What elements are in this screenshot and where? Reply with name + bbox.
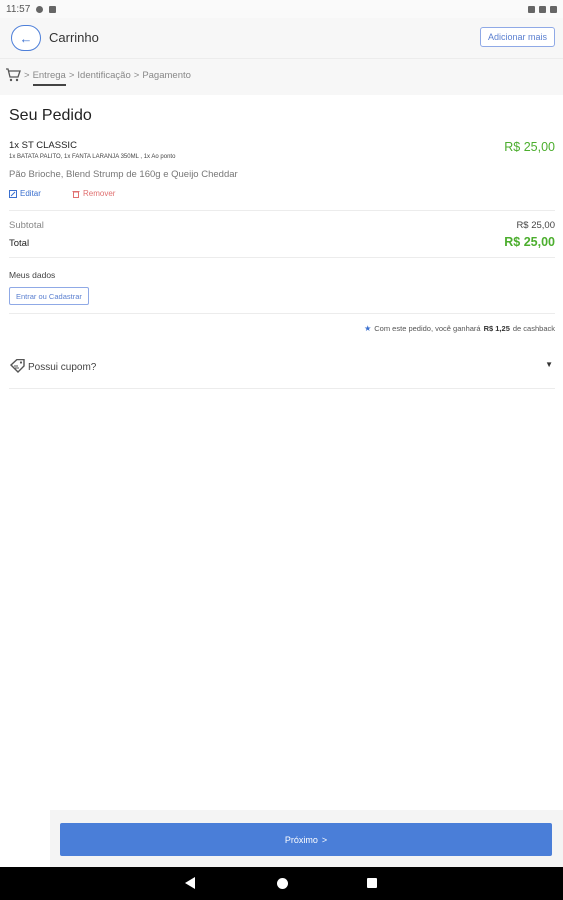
cashback-notice: ★ Com este pedido, você ganhará R$ 1,25 … <box>364 324 555 333</box>
item-name: 1x ST CLASSIC <box>9 140 77 151</box>
nav-back-icon[interactable] <box>185 877 195 889</box>
clock: 11:57 <box>6 3 31 15</box>
item-description: Pão Brioche, Blend Strump de 160g e Quei… <box>9 169 238 180</box>
wifi-icon <box>528 5 535 13</box>
subtotal-value: R$ 25,00 <box>516 220 555 231</box>
nav-home-icon[interactable] <box>277 878 288 889</box>
chevron-right-icon: > <box>321 834 328 845</box>
breadcrumb-item-entrega[interactable]: Entrega <box>32 70 66 86</box>
remove-label: Remover <box>83 189 116 198</box>
sd-card-icon <box>49 5 57 13</box>
cart-icon <box>6 68 21 82</box>
divider <box>9 388 555 389</box>
breadcrumb-separator: > <box>133 70 140 81</box>
breadcrumb-separator: > <box>24 70 30 81</box>
order-heading: Seu Pedido <box>9 107 92 124</box>
next-button[interactable]: Próximo > <box>60 823 552 856</box>
user-section-label: Meus dados <box>9 270 56 280</box>
coupon-icon <box>9 359 25 373</box>
coupon-toggle[interactable]: Possui cupom? ▼ <box>9 357 555 379</box>
cashback-suffix: de cashback <box>512 324 555 333</box>
login-button[interactable]: Entrar ou Cadastrar <box>9 287 89 305</box>
edit-item-button[interactable]: Editar <box>9 189 41 198</box>
subtotal-label: Subtotal <box>9 220 44 231</box>
star-icon: ★ <box>364 324 372 333</box>
breadcrumb-separator: > <box>68 70 75 81</box>
coupon-label: Possui cupom? <box>28 362 97 373</box>
breadcrumb: > Entrega > Identificação > Pagamento <box>0 58 563 95</box>
breadcrumb-item-identificacao[interactable]: Identificação <box>77 70 130 86</box>
page-title: Carrinho <box>49 30 99 45</box>
signal-icon <box>539 5 546 13</box>
cashback-prefix: Com este pedido, você ganhará <box>374 324 481 333</box>
item-extras: 1x BATATA PALITO, 1x FANTA LARANJA 350ML… <box>9 154 176 160</box>
chevron-down-icon: ▼ <box>545 360 553 369</box>
next-label: Próximo <box>284 834 318 845</box>
back-button[interactable]: ← <box>11 25 41 51</box>
total-label: Total <box>9 238 30 249</box>
system-nav-bar <box>0 867 563 900</box>
edit-icon <box>9 189 17 198</box>
sync-icon <box>36 5 44 13</box>
trash-icon <box>72 190 80 198</box>
add-more-button[interactable]: Adicionar mais <box>479 27 555 47</box>
remove-item-button[interactable]: Remover <box>72 189 115 198</box>
nav-recent-apps-icon[interactable] <box>367 878 377 888</box>
total-value: R$ 25,00 <box>504 235 555 249</box>
divider <box>9 257 555 258</box>
divider <box>9 210 555 211</box>
edit-label: Editar <box>20 189 41 198</box>
status-bar: 11:57 <box>0 0 563 18</box>
cashback-amount: R$ 1,25 <box>483 324 510 333</box>
divider <box>9 313 555 314</box>
app-header: ← Carrinho Adicionar mais <box>0 18 563 58</box>
item-price: R$ 25,00 <box>504 140 555 154</box>
battery-icon <box>550 5 557 13</box>
breadcrumb-item-pagamento[interactable]: Pagamento <box>142 70 191 86</box>
arrow-left-icon: ← <box>19 30 33 46</box>
